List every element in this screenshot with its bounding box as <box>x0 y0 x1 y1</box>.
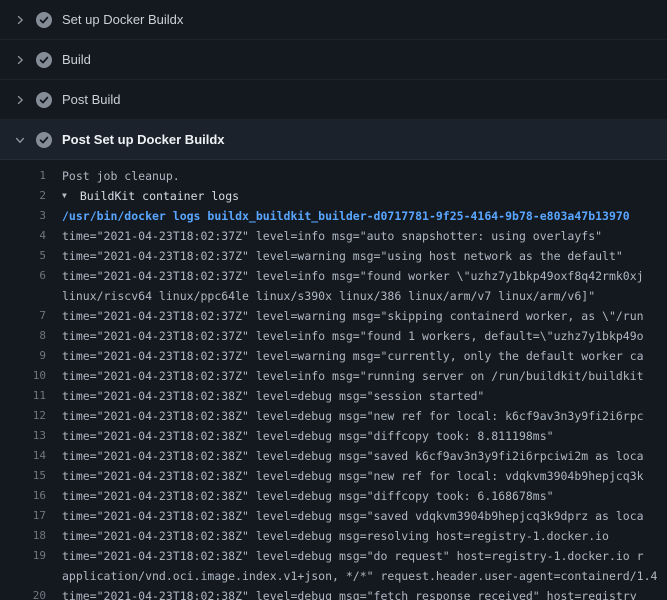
chevron-right-icon <box>14 14 26 26</box>
log-line-text: time="2021-04-23T18:02:37Z" level=warnin… <box>62 246 623 266</box>
step-section-header[interactable]: Post Build <box>0 80 667 120</box>
log-line-text: time="2021-04-23T18:02:37Z" level=info m… <box>62 266 644 286</box>
log-line-text: time="2021-04-23T18:02:37Z" level=warnin… <box>62 306 644 326</box>
log-line-number[interactable]: 8 <box>0 326 56 346</box>
log-line: ▼ linux/riscv64 linux/ppc64le linux/s390… <box>0 286 667 306</box>
log-line-number[interactable]: 4 <box>0 226 56 246</box>
log-line-number[interactable]: 10 <box>0 366 56 386</box>
log-line-text: linux/riscv64 linux/ppc64le linux/s390x … <box>62 286 595 306</box>
log-line-text: time="2021-04-23T18:02:37Z" level=info m… <box>62 326 644 346</box>
check-circle-icon <box>36 12 52 28</box>
log-line-text: /usr/bin/docker logs buildx_buildkit_bui… <box>62 206 630 226</box>
log-line-text: application/vnd.oci.image.index.v1+json,… <box>62 566 657 586</box>
log-line-number[interactable]: 11 <box>0 386 56 406</box>
log-line: 16 ▼ time="2021-04-23T18:02:38Z" level=d… <box>0 486 667 506</box>
log-line-number[interactable]: 18 <box>0 526 56 546</box>
log-line-number[interactable]: 3 <box>0 206 56 226</box>
step-section-header[interactable]: Build <box>0 40 667 80</box>
log-line-text: time="2021-04-23T18:02:38Z" level=debug … <box>62 506 644 526</box>
step-title: Set up Docker Buildx <box>62 12 183 27</box>
log-line: 13 ▼ time="2021-04-23T18:02:38Z" level=d… <box>0 426 667 446</box>
log-line: 5 ▼ time="2021-04-23T18:02:37Z" level=wa… <box>0 246 667 266</box>
log-line: 7 ▼ time="2021-04-23T18:02:37Z" level=wa… <box>0 306 667 326</box>
log-line-number[interactable]: 13 <box>0 426 56 446</box>
log-line-text: time="2021-04-23T18:02:38Z" level=debug … <box>62 486 554 506</box>
log-command-line: 3 ▼ /usr/bin/docker logs buildx_buildkit… <box>0 206 667 226</box>
log-line-number[interactable]: 15 <box>0 466 56 486</box>
log-line: 17 ▼ time="2021-04-23T18:02:38Z" level=d… <box>0 506 667 526</box>
log-line: 15 ▼ time="2021-04-23T18:02:38Z" level=d… <box>0 466 667 486</box>
log-line-number[interactable] <box>0 286 56 306</box>
log-line: 12 ▼ time="2021-04-23T18:02:38Z" level=d… <box>0 406 667 426</box>
chevron-down-icon <box>14 134 26 146</box>
log-line: 20 ▼ time="2021-04-23T18:02:38Z" level=d… <box>0 586 667 600</box>
log-line-number[interactable]: 9 <box>0 346 56 366</box>
step-section-header[interactable]: Set up Docker Buildx <box>0 0 667 40</box>
check-circle-icon <box>36 132 52 148</box>
log-line-text: BuildKit container logs <box>80 186 239 206</box>
log-line-number[interactable]: 16 <box>0 486 56 506</box>
step-section-list: Set up Docker Buildx Build Post Build Po… <box>0 0 667 160</box>
log-line-number[interactable]: 19 <box>0 546 56 566</box>
log-line-number[interactable]: 17 <box>0 506 56 526</box>
log-line-number[interactable]: 7 <box>0 306 56 326</box>
log-line-text: time="2021-04-23T18:02:38Z" level=debug … <box>62 526 609 546</box>
step-section-header[interactable]: Post Set up Docker Buildx <box>0 120 667 160</box>
log-line: 10 ▼ time="2021-04-23T18:02:37Z" level=i… <box>0 366 667 386</box>
log-line: 6 ▼ time="2021-04-23T18:02:37Z" level=in… <box>0 266 667 286</box>
log-line-number[interactable]: 6 <box>0 266 56 286</box>
log-line-text: time="2021-04-23T18:02:38Z" level=debug … <box>62 426 554 446</box>
log-line: 9 ▼ time="2021-04-23T18:02:37Z" level=wa… <box>0 346 667 366</box>
log-line-text: time="2021-04-23T18:02:37Z" level=info m… <box>62 226 602 246</box>
log-line-text: time="2021-04-23T18:02:38Z" level=debug … <box>62 466 644 486</box>
group-expanded-icon: ▼ <box>62 186 67 206</box>
log-line-number[interactable]: 1 <box>0 166 56 186</box>
step-title: Build <box>62 52 91 67</box>
log-line-text: time="2021-04-23T18:02:38Z" level=debug … <box>62 546 644 566</box>
log-line-text: time="2021-04-23T18:02:37Z" level=warnin… <box>62 346 644 366</box>
log-output: 1 ▼ Post job cleanup. 2 ▼ BuildKit conta… <box>0 160 667 600</box>
check-circle-icon <box>36 92 52 108</box>
workflow-log-viewer: Set up Docker Buildx Build Post Build Po… <box>0 0 667 600</box>
log-line-text: time="2021-04-23T18:02:38Z" level=debug … <box>62 386 484 406</box>
log-line-text: time="2021-04-23T18:02:38Z" level=debug … <box>62 586 637 600</box>
step-title: Post Build <box>62 92 121 107</box>
log-line: 8 ▼ time="2021-04-23T18:02:37Z" level=in… <box>0 326 667 346</box>
log-line-number[interactable]: 2 <box>0 186 56 206</box>
log-line: 14 ▼ time="2021-04-23T18:02:38Z" level=d… <box>0 446 667 466</box>
log-line-text: Post job cleanup. <box>62 166 180 186</box>
log-line: 4 ▼ time="2021-04-23T18:02:37Z" level=in… <box>0 226 667 246</box>
log-line-number[interactable]: 5 <box>0 246 56 266</box>
log-line-text: time="2021-04-23T18:02:37Z" level=info m… <box>62 366 644 386</box>
log-line: 19 ▼ time="2021-04-23T18:02:38Z" level=d… <box>0 546 667 566</box>
log-line-number[interactable] <box>0 566 56 586</box>
step-title: Post Set up Docker Buildx <box>62 132 225 147</box>
log-line-text: time="2021-04-23T18:02:38Z" level=debug … <box>62 406 644 426</box>
log-group-toggle[interactable]: 2 ▼ BuildKit container logs <box>0 186 667 206</box>
log-line: 1 ▼ Post job cleanup. <box>0 166 667 186</box>
chevron-right-icon <box>14 54 26 66</box>
check-circle-icon <box>36 52 52 68</box>
log-line: ▼ application/vnd.oci.image.index.v1+jso… <box>0 566 667 586</box>
log-line: 18 ▼ time="2021-04-23T18:02:38Z" level=d… <box>0 526 667 546</box>
log-line-number[interactable]: 12 <box>0 406 56 426</box>
chevron-right-icon <box>14 94 26 106</box>
log-line-text: time="2021-04-23T18:02:38Z" level=debug … <box>62 446 644 466</box>
log-line: 11 ▼ time="2021-04-23T18:02:38Z" level=d… <box>0 386 667 406</box>
log-line-number[interactable]: 14 <box>0 446 56 466</box>
log-line-number[interactable]: 20 <box>0 586 56 600</box>
